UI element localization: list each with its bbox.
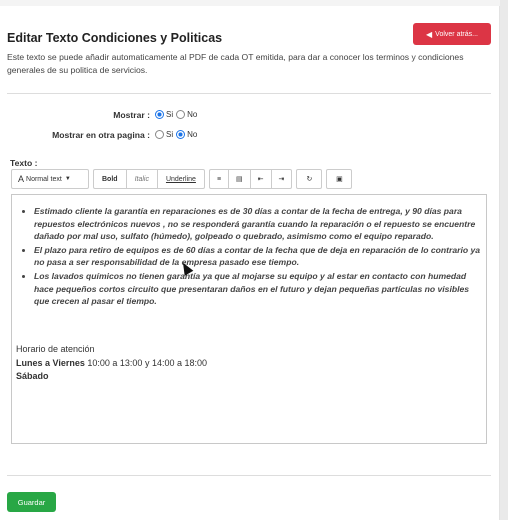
image-icon: ▣ bbox=[336, 176, 343, 183]
otra-yes-radio[interactable] bbox=[155, 130, 164, 139]
otra-no-radio[interactable] bbox=[176, 130, 186, 139]
page-description: Este texto se puede añadir automaticamen… bbox=[7, 52, 464, 75]
list-item: El plazo para retiro de equipos es de 60… bbox=[34, 244, 482, 269]
mostrar-yes-label: Si bbox=[166, 110, 174, 119]
text-style-group: Bold Italic Underline bbox=[93, 169, 205, 189]
underline-button[interactable]: Underline bbox=[158, 170, 204, 188]
card: Editar Texto Condiciones y Politicas ◀ V… bbox=[0, 6, 500, 520]
outdent-button[interactable]: ⇤ bbox=[251, 170, 272, 188]
list-group: ≡ ▤ ⇤ ⇥ bbox=[208, 169, 293, 189]
redo-button[interactable]: ↻ bbox=[296, 169, 323, 189]
indent-icon: ⇥ bbox=[278, 176, 285, 183]
weekday-label: Lunes a Viernes bbox=[16, 357, 85, 368]
numbered-list-icon: ▤ bbox=[236, 176, 243, 183]
hours-title: Horario de atención bbox=[16, 344, 95, 354]
otra-pagina-label: Mostrar en otra pagina : bbox=[52, 130, 150, 140]
weekday-hours-row: Lunes a Viernes 10:00 a 13:00 y 14:00 a … bbox=[16, 357, 207, 371]
numbered-list-button[interactable]: ▤ bbox=[229, 170, 251, 188]
list-item: Los lavados químicos no tienen garantía … bbox=[34, 270, 482, 308]
divider bbox=[7, 93, 491, 94]
bullet-list-icon: ≡ bbox=[216, 175, 222, 183]
mostrar-radio-group: Si No bbox=[155, 110, 200, 119]
mostrar-no-label: No bbox=[187, 110, 198, 119]
back-button[interactable]: ◀ Volver atrás... bbox=[413, 23, 491, 45]
outdent-icon: ⇤ bbox=[257, 176, 264, 183]
page-title: Editar Texto Condiciones y Politicas bbox=[7, 31, 223, 45]
conditions-list: Estimado cliente la garantía en reparaci… bbox=[34, 205, 482, 309]
text-editor[interactable]: Estimado cliente la garantía en reparaci… bbox=[11, 194, 487, 444]
scrollbar[interactable] bbox=[500, 0, 508, 520]
format-dropdown[interactable]: A Normal text ▼ bbox=[11, 169, 89, 189]
otra-yes-label: Si bbox=[166, 130, 174, 139]
italic-button[interactable]: Italic bbox=[127, 170, 158, 188]
save-button[interactable]: Guardar bbox=[7, 492, 56, 512]
bold-button[interactable]: Bold bbox=[94, 170, 127, 188]
weekday-hours: 10:00 a 13:00 y 14:00 a 18:00 bbox=[87, 357, 207, 368]
divider bbox=[7, 475, 491, 476]
format-dropdown-label: Normal text bbox=[26, 175, 62, 183]
list-item: Estimado cliente la garantía en reparaci… bbox=[34, 205, 482, 243]
mostrar-yes-radio[interactable] bbox=[155, 110, 164, 119]
otra-no-label: No bbox=[187, 130, 198, 139]
editor-toolbar: A Normal text ▼ Bold Italic Underline ≡ … bbox=[11, 169, 353, 189]
bullet-list-button[interactable]: ≡ bbox=[210, 170, 230, 188]
saturday-label: Sábado bbox=[16, 371, 49, 381]
mostrar-label: Mostrar : bbox=[113, 110, 150, 120]
mostrar-no-radio[interactable] bbox=[176, 110, 186, 119]
caret-down-icon: ▼ bbox=[64, 176, 71, 182]
hours-block: Horario de atención Lunes a Viernes 10:0… bbox=[16, 343, 207, 384]
otra-pagina-radio-group: Si No bbox=[155, 130, 200, 139]
saturday-row: Sábado bbox=[16, 370, 207, 384]
indent-button[interactable]: ⇥ bbox=[272, 170, 292, 188]
arrow-left-icon: ◀ bbox=[426, 29, 433, 39]
image-button[interactable]: ▣ bbox=[326, 169, 353, 189]
back-button-label: Volver atrás... bbox=[435, 30, 478, 38]
texto-label: Texto : bbox=[10, 158, 38, 168]
text-format-icon: A bbox=[18, 174, 25, 184]
redo-icon: ↻ bbox=[306, 176, 313, 183]
